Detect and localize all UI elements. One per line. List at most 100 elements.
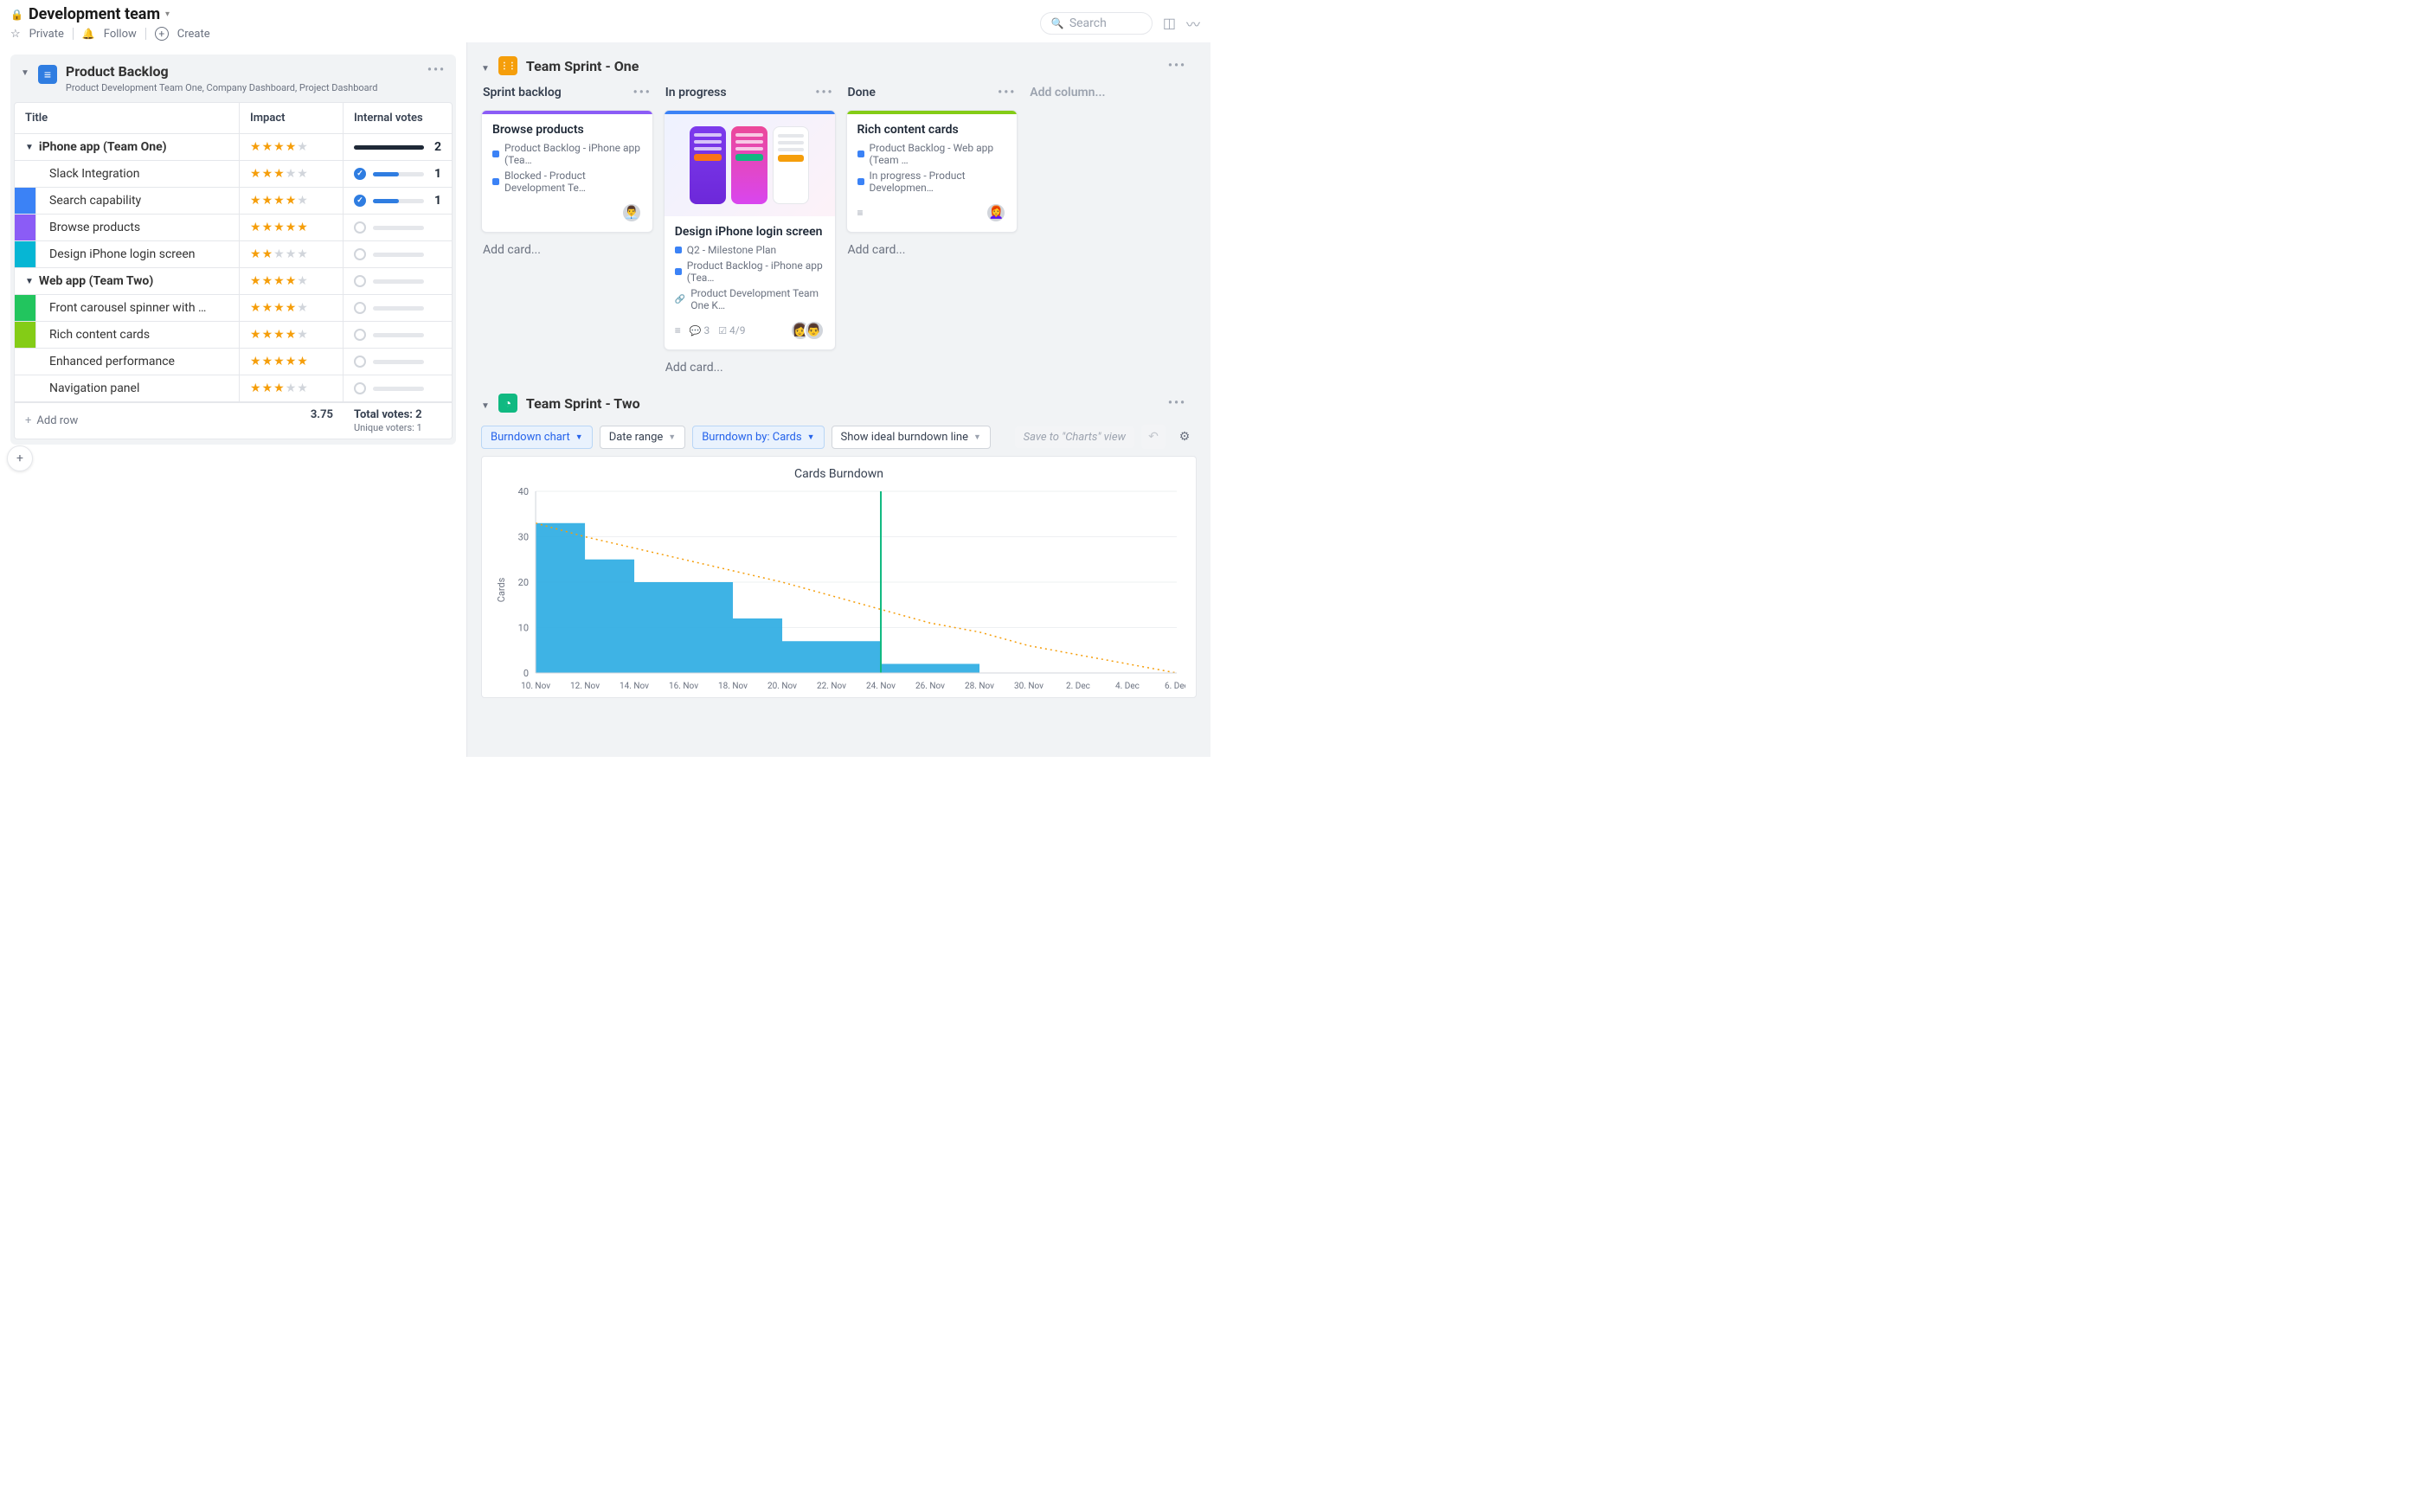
sprint-one-title[interactable]: Team Sprint - One (526, 58, 1159, 74)
avatar[interactable]: 👨 (804, 320, 825, 341)
favourite-icon[interactable] (10, 28, 21, 41)
impact-stars[interactable]: ★★★★★ (250, 301, 309, 315)
table-row[interactable]: Enhanced performance ★★★★★ (15, 349, 452, 375)
more-icon[interactable]: ••• (427, 63, 446, 77)
comment-count[interactable]: 3 (690, 324, 710, 336)
card-relation[interactable]: Product Backlog - iPhone app (Tea… (675, 259, 825, 284)
chevron-down-icon[interactable]: ▾ (165, 10, 170, 19)
card-relation[interactable]: Product Development Team One K… (675, 287, 825, 311)
add-row-button[interactable]: Add row (15, 403, 240, 439)
table-row[interactable]: Design iPhone login screen ★★★★★ (15, 241, 452, 268)
row-title[interactable]: Browse products (49, 221, 140, 234)
card-relation[interactable]: Product Backlog - iPhone app (Tea… (492, 142, 642, 166)
column-title[interactable]: Done (848, 86, 876, 99)
collapse-icon[interactable]: ▼ (481, 401, 490, 411)
impact-stars[interactable]: ★★★★★ (250, 381, 309, 395)
impact-stars[interactable]: ★★★★★ (250, 221, 309, 234)
expand-icon[interactable]: ▼ (25, 143, 34, 152)
svg-text:18. Nov: 18. Nov (718, 682, 748, 691)
row-title[interactable]: Front carousel spinner with … (49, 301, 206, 315)
row-title[interactable]: Slack Integration (49, 167, 139, 181)
table-row[interactable]: Browse products ★★★★★ (15, 215, 452, 241)
save-view-button[interactable]: Save to "Charts" view (1015, 426, 1134, 448)
vote-count: 1 (431, 194, 441, 208)
backlog-title[interactable]: Product Backlog (66, 63, 419, 80)
col-header-impact[interactable]: Impact (240, 103, 344, 133)
table-row[interactable]: Navigation panel ★★★★★ (15, 375, 452, 402)
chart-type-select[interactable]: Burndown chart▼ (481, 426, 593, 449)
card-relation[interactable]: In progress - Product Developmen… (857, 170, 1007, 194)
avatar[interactable]: 👩‍🦰 (986, 202, 1006, 223)
add-card-button[interactable]: Add card... (481, 240, 653, 260)
row-title[interactable]: iPhone app (Team One) (39, 140, 167, 154)
sprint-two-title[interactable]: Team Sprint - Two (526, 395, 1159, 412)
card-relation[interactable]: Product Backlog - Web app (Team … (857, 142, 1007, 166)
kanban-card[interactable]: Design iPhone login screenQ2 - Milestone… (664, 110, 836, 350)
settings-button[interactable] (1172, 425, 1197, 449)
impact-stars[interactable]: ★★★★★ (250, 274, 309, 288)
impact-stars[interactable]: ★★★★★ (250, 140, 309, 154)
impact-stars[interactable]: ★★★★★ (250, 355, 309, 368)
kanban-card[interactable]: Rich content cardsProduct Backlog - Web … (846, 110, 1018, 233)
table-row[interactable]: ▼iPhone app (Team One)★★★★★2 (15, 134, 452, 161)
table-row[interactable]: Rich content cards ★★★★★ (15, 322, 452, 349)
impact-stars[interactable]: ★★★★★ (250, 247, 309, 261)
table-row[interactable]: Front carousel spinner with … ★★★★★ (15, 295, 452, 322)
card-relation[interactable]: Q2 - Milestone Plan (675, 244, 825, 256)
private-label[interactable]: Private (29, 28, 64, 41)
panel-toggle-icon[interactable] (1163, 15, 1176, 31)
row-title[interactable]: Enhanced performance (49, 355, 175, 368)
row-title[interactable]: Search capability (49, 194, 141, 208)
activity-icon[interactable] (1186, 13, 1200, 34)
board-title[interactable]: Development team (29, 5, 160, 23)
vote-toggle[interactable] (354, 221, 366, 234)
vote-toggle[interactable] (354, 195, 366, 207)
vote-toggle[interactable] (354, 168, 366, 180)
collapse-icon[interactable]: ▼ (21, 68, 29, 78)
more-icon[interactable]: ••• (815, 86, 833, 99)
add-card-button[interactable]: Add card... (846, 240, 1018, 260)
plus-circle-icon[interactable] (155, 27, 169, 41)
row-title[interactable]: Web app (Team Two) (39, 274, 153, 288)
vote-toggle[interactable] (354, 302, 366, 314)
follow-label[interactable]: Follow (104, 28, 137, 41)
vote-toggle[interactable] (354, 275, 366, 287)
kanban-card[interactable]: Browse productsProduct Backlog - iPhone … (481, 110, 653, 233)
ideal-line-select[interactable]: Show ideal burndown line▼ (832, 426, 991, 449)
vote-toggle[interactable] (354, 248, 366, 260)
backlog-panel: ▼ Product Backlog Product Development Te… (10, 54, 456, 445)
row-title[interactable]: Navigation panel (49, 381, 139, 395)
table-row[interactable]: Search capability ★★★★★ 1 (15, 188, 452, 215)
undo-button[interactable] (1141, 425, 1166, 449)
add-widget-button[interactable] (7, 445, 33, 471)
table-row[interactable]: ▼ Web app (Team Two) ★★★★★ (15, 268, 452, 295)
column-title[interactable]: Sprint backlog (483, 86, 562, 99)
create-label[interactable]: Create (177, 28, 210, 41)
expand-icon[interactable]: ▼ (25, 277, 34, 286)
more-icon[interactable]: ••• (1168, 396, 1197, 410)
vote-toggle[interactable] (354, 356, 366, 368)
impact-stars[interactable]: ★★★★★ (250, 194, 309, 208)
card-relation[interactable]: Blocked - Product Development Te… (492, 170, 642, 194)
more-icon[interactable]: ••• (998, 86, 1016, 99)
add-column-button[interactable]: Add column... (1028, 82, 1200, 103)
search-input[interactable]: Search (1040, 12, 1153, 35)
col-header-votes[interactable]: Internal votes (344, 103, 452, 133)
vote-toggle[interactable] (354, 382, 366, 394)
more-icon[interactable]: ••• (1168, 59, 1197, 73)
add-card-button[interactable]: Add card... (664, 357, 836, 378)
vote-toggle[interactable] (354, 329, 366, 341)
more-icon[interactable]: ••• (633, 86, 652, 99)
avatar[interactable]: 👨‍💼 (621, 202, 642, 223)
collapse-icon[interactable]: ▼ (481, 64, 490, 74)
table-row[interactable]: Slack Integration★★★★★1 (15, 161, 452, 188)
burndown-by-select[interactable]: Burndown by: Cards▼ (692, 426, 824, 449)
column-title[interactable]: In progress (665, 86, 727, 99)
row-title[interactable]: Rich content cards (49, 328, 150, 342)
date-range-select[interactable]: Date range▼ (600, 426, 686, 449)
row-title[interactable]: Design iPhone login screen (49, 247, 195, 261)
impact-stars[interactable]: ★★★★★ (250, 167, 309, 181)
checklist-count[interactable]: 4/9 (718, 324, 745, 336)
col-header-title[interactable]: Title (15, 103, 240, 133)
impact-stars[interactable]: ★★★★★ (250, 328, 309, 342)
